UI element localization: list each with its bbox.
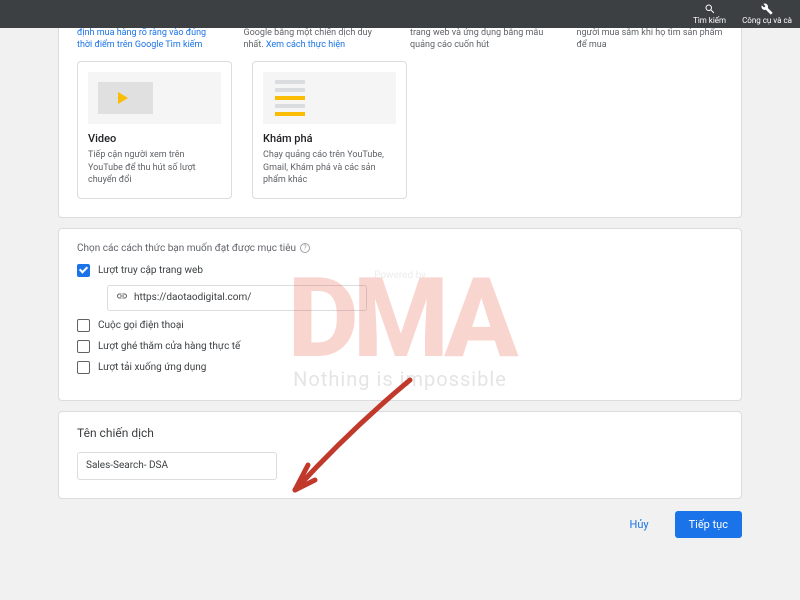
campaign-name-value: Sales-Search- DSA (86, 460, 168, 471)
tile-discover[interactable]: Khám phá Chạy quảng cáo trên YouTube, Gm… (252, 61, 407, 198)
tile-video[interactable]: Video Tiếp cận người xem trên YouTube để… (77, 61, 232, 198)
type-col-0[interactable]: định mua hàng rõ ràng vào đúng thời điểm… (77, 28, 206, 50)
goal-phone-row[interactable]: Cuộc gọi điện thoại (77, 319, 723, 332)
campaign-name-card: Tên chiến dịch Sales-Search- DSA (58, 411, 742, 499)
website-url-input[interactable]: https://daotaodigital.com/ (107, 285, 367, 311)
checkbox-checked-icon[interactable] (77, 264, 90, 277)
tile-video-title: Video (88, 132, 221, 145)
campaign-types-card: định mua hàng rõ ràng vào đúng thời điểm… (58, 28, 742, 218)
topbar-search[interactable]: Tìm kiếm (685, 0, 734, 28)
website-url-value: https://daotaodigital.com/ (134, 292, 251, 303)
goal-store-label: Lượt ghé thăm cửa hàng thực tế (98, 341, 240, 352)
discover-thumb-icon (263, 72, 396, 124)
checkbox-icon[interactable] (77, 361, 90, 374)
checkbox-icon[interactable] (77, 319, 90, 332)
goal-phone-label: Cuộc gọi điện thoại (98, 320, 184, 331)
type-col-1-link[interactable]: Xem cách thực hiện (266, 40, 345, 50)
continue-button[interactable]: Tiếp tục (675, 511, 742, 538)
cancel-button[interactable]: Hủy (619, 512, 658, 537)
topbar-search-label: Tìm kiếm (693, 16, 726, 25)
goal-website-row[interactable]: Lượt truy cập trang web (77, 264, 723, 277)
goal-website-label: Lượt truy cập trang web (98, 265, 203, 276)
campaign-name-input[interactable]: Sales-Search- DSA (77, 452, 277, 480)
goals-card: Chọn các cách thức bạn muốn đạt được mục… (58, 228, 742, 401)
tile-video-desc: Tiếp cận người xem trên YouTube để thu h… (88, 149, 221, 185)
tile-discover-desc: Chạy quảng cáo trên YouTube, Gmail, Khám… (263, 149, 396, 185)
topbar: Tìm kiếm Công cụ và cà (0, 0, 800, 28)
search-icon (704, 3, 716, 15)
checkbox-icon[interactable] (77, 340, 90, 353)
goal-app-label: Lượt tải xuống ứng dụng (98, 362, 206, 373)
goals-heading: Chọn các cách thức bạn muốn đạt được mục… (77, 243, 296, 254)
goal-app-row[interactable]: Lượt tải xuống ứng dụng (77, 361, 723, 374)
footer: Hủy Tiếp tục (0, 499, 800, 550)
campaign-name-title: Tên chiến dịch (77, 426, 723, 440)
topbar-tools[interactable]: Công cụ và cà (734, 0, 800, 28)
help-icon[interactable]: ? (300, 243, 310, 253)
type-col-3: người mua sắm khi họ tìm sản phẩm để mua (577, 28, 724, 51)
video-thumb-icon (88, 72, 221, 124)
tile-discover-title: Khám phá (263, 132, 396, 145)
link-icon (116, 290, 128, 305)
type-col-2: trang web và ứng dụng bằng mẫu quảng cáo… (410, 28, 557, 51)
topbar-tools-label: Công cụ và cà (742, 16, 792, 25)
goal-store-row[interactable]: Lượt ghé thăm cửa hàng thực tế (77, 340, 723, 353)
wrench-icon (761, 3, 773, 15)
